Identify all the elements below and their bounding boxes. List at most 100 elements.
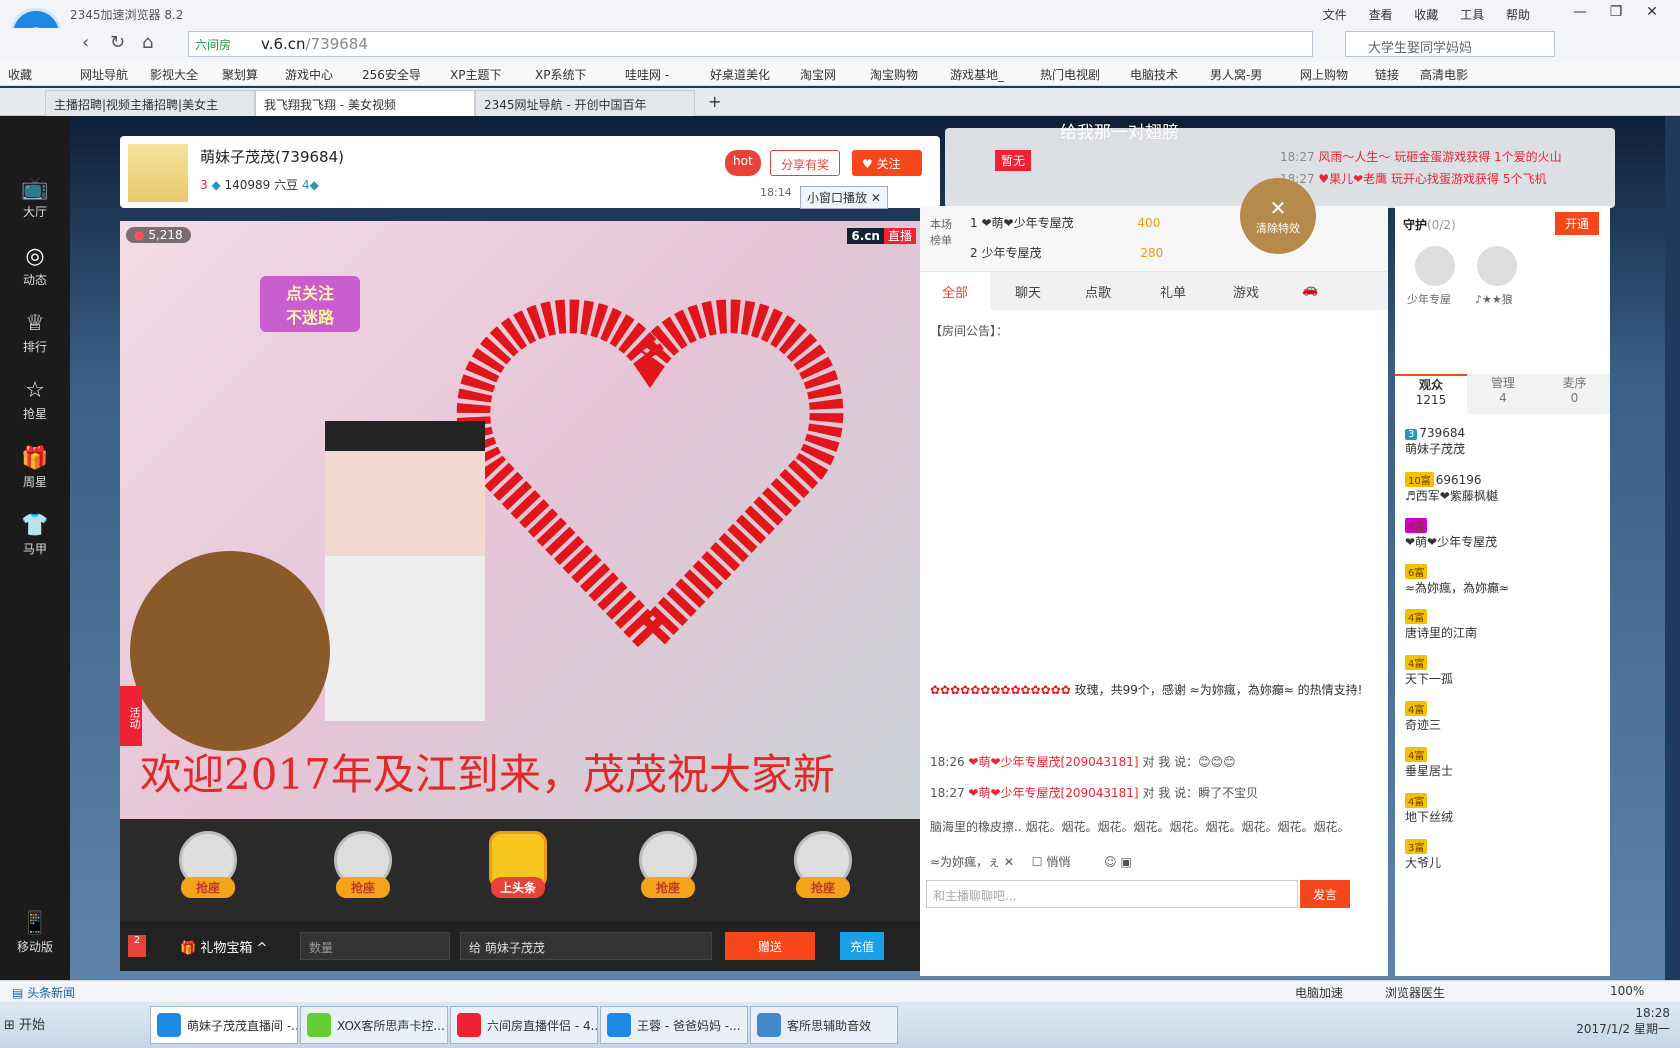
headline-button[interactable]: 上头条 — [470, 831, 566, 909]
chat-target[interactable]: ≈为妳瘋，ぇ ✕ ☐ 悄悄 ☺ ▣ — [930, 853, 1132, 870]
audience-user[interactable]: 10富 696196 ♬西军❤紫藤枫樾 — [1405, 472, 1498, 504]
mini-window-button[interactable]: 小窗口播放 ✕ — [800, 186, 888, 209]
nav-weekly[interactable]: 🎁 周星 — [0, 446, 70, 506]
refresh-icon[interactable]: ↻ — [110, 32, 125, 53]
audience-user[interactable]: 4富 地下丝绒 — [1405, 793, 1453, 825]
follow-button[interactable]: ♥ 关注 — [852, 150, 922, 176]
rank-row[interactable]: 2 少年专屋茂 280 — [970, 244, 1163, 261]
bookmark-item[interactable]: 好桌道美化 — [710, 66, 770, 83]
audience-user[interactable]: 4富 垂星居士 — [1405, 747, 1453, 779]
tab-audience[interactable]: 观众 1215 — [1395, 374, 1467, 414]
clock[interactable]: 18:28 2017/1/2 星期一 — [1560, 1006, 1670, 1037]
taskbar-item[interactable]: XOX客所思声卡控... — [300, 1006, 448, 1044]
tab-gifts[interactable]: 礼单 — [1160, 282, 1186, 301]
bookmark-item[interactable]: 热门电视剧 — [1040, 66, 1100, 83]
bookmark-item[interactable]: 高清电影 — [1420, 66, 1468, 83]
tab-live-room[interactable]: 我飞翔我飞翔 - 美女视频 — [255, 90, 475, 116]
tab-chat[interactable]: 聊天 — [1015, 282, 1041, 301]
bookmark-item[interactable]: 淘宝购物 — [870, 66, 918, 83]
home-icon[interactable]: ⌂ — [142, 32, 153, 53]
audience-user[interactable]: 6富 ≈為妳瘋，為妳癲≈ — [1405, 564, 1509, 596]
seat-1[interactable]: 抢座 — [160, 831, 256, 909]
clear-effects-button[interactable]: ✕ 清除特效 — [1240, 178, 1316, 254]
bookmark-item[interactable]: 男人窝-男 — [1210, 66, 1262, 83]
nav-mobile[interactable]: 📱 移动版 — [0, 911, 70, 971]
open-guard-button[interactable]: 开通 — [1555, 212, 1600, 235]
menu-file[interactable]: 文件 — [1323, 8, 1347, 22]
taskbar-item[interactable]: 萌妹子茂茂直播间 -... — [150, 1006, 298, 1044]
bookmark-item[interactable]: XP主题下 — [450, 66, 501, 83]
guard-avatar[interactable] — [1415, 246, 1455, 286]
bookmark-item[interactable]: 游戏中心 — [285, 66, 333, 83]
news-link[interactable]: ▤ 头条新闻 — [12, 984, 75, 1001]
audience-user[interactable]: 8富 ❤萌❤少年专屋茂 — [1405, 518, 1497, 550]
bookmark-item[interactable]: 网址导航 — [80, 66, 128, 83]
recharge-button[interactable]: 充值 — [840, 932, 884, 960]
activity-tab[interactable]: 活动 — [120, 686, 142, 746]
bookmark-item[interactable]: 网上购物 — [1300, 66, 1348, 83]
close-icon[interactable]: ✕ — [1634, 4, 1670, 20]
tab-2345-nav[interactable]: 2345网址导航 - 开创中国百年 — [475, 90, 695, 116]
nav-vest[interactable]: 👕 马甲 — [0, 513, 70, 573]
send-message-button[interactable]: 发言 — [1300, 880, 1350, 908]
anchor-avatar[interactable] — [128, 144, 188, 202]
nav-star[interactable]: ☆ 抢星 — [0, 378, 70, 438]
audience-user[interactable]: 4富 唐诗里的江南 — [1405, 609, 1477, 641]
bookmark-item[interactable]: 收藏 — [8, 66, 32, 83]
status-flag: 暂无 — [995, 150, 1032, 171]
nav-rank[interactable]: ♕ 排行 — [0, 311, 70, 371]
bookmark-item[interactable]: 游戏基地_ — [950, 66, 1004, 83]
bookmark-item[interactable]: 电脑技术 — [1130, 66, 1178, 83]
bookmark-item[interactable]: 淘宝网 — [800, 66, 836, 83]
speedup-button[interactable]: 电脑加速 — [1295, 984, 1343, 1001]
wealth-icon[interactable]: 2 — [128, 935, 146, 957]
audience-user[interactable]: 3 739684 萌妹子茂茂 — [1405, 426, 1465, 457]
menu-tools[interactable]: 工具 — [1460, 8, 1484, 22]
audience-user[interactable]: 3富 大爷儿 — [1405, 839, 1441, 871]
send-gift-button[interactable]: 赠送 — [725, 932, 815, 960]
audience-user[interactable]: 4富 天下一孤 — [1405, 655, 1453, 687]
tab-mic-queue[interactable]: 麦序 0 — [1539, 374, 1610, 414]
video-player[interactable]: ● 5,218 6.cn 直播 点关注 不迷路 欢迎2017年及江到来，茂茂祝大家新… — [120, 221, 920, 819]
car-icon[interactable]: 🚗 — [1302, 282, 1318, 297]
recipient-select[interactable]: 给 萌妹子茂茂 — [460, 932, 712, 960]
bookmark-item[interactable]: XP系统下 — [535, 66, 586, 83]
nav-feed[interactable]: ◎ 动态 — [0, 244, 70, 304]
tab-games[interactable]: 游戏 — [1233, 282, 1259, 301]
start-button[interactable]: ⊞ 开始 — [4, 1014, 45, 1033]
seat-3[interactable]: 抢座 — [620, 831, 716, 909]
maximize-icon[interactable]: ❐ — [1598, 4, 1634, 20]
bookmark-item[interactable]: 哇哇网 - — [625, 66, 669, 83]
nav-hall[interactable]: 📺 大厅 — [0, 176, 70, 236]
bookmark-item[interactable]: 影视大全 — [150, 66, 198, 83]
menu-view[interactable]: 查看 — [1368, 8, 1392, 22]
menu-favorites[interactable]: 收藏 — [1414, 8, 1438, 22]
gift-box-button[interactable]: 🎁 礼物宝箱 ^ — [180, 937, 267, 956]
taskbar-item[interactable]: 六间房直播伴侣 - 4... — [450, 1006, 598, 1044]
new-tab-icon[interactable]: + — [708, 92, 721, 111]
search-input[interactable]: 大学生娶同学妈妈 — [1345, 31, 1555, 57]
seat-2[interactable]: 抢座 — [315, 831, 411, 909]
quantity-input[interactable]: 数量 — [300, 932, 450, 960]
doctor-button[interactable]: 浏览器医生 — [1385, 984, 1445, 1001]
tab-recruit[interactable]: 主播招聘|视频主播招聘|美女主 — [45, 90, 255, 116]
bookmark-item[interactable]: 链接 — [1375, 66, 1399, 83]
audience-user[interactable]: 4富 奇迹三 — [1405, 701, 1441, 733]
url-field[interactable]: 六间房 v.6.cn/739684 — [188, 31, 1313, 57]
back-icon[interactable]: ‹ — [82, 32, 89, 53]
guard-avatar[interactable] — [1477, 246, 1517, 286]
tab-admins[interactable]: 管理 4 — [1467, 374, 1539, 414]
chat-input[interactable]: 和主播聊聊吧... — [926, 880, 1298, 908]
tab-songs[interactable]: 点歌 — [1085, 282, 1111, 301]
zoom-level[interactable]: 100% — [1610, 984, 1644, 998]
share-button[interactable]: 分享有奖 — [770, 150, 841, 176]
minimize-icon[interactable]: — — [1562, 4, 1598, 20]
taskbar-item[interactable]: 客所思辅助音效 — [750, 1006, 898, 1044]
tab-all[interactable]: 全部 — [920, 272, 990, 310]
bookmark-item[interactable]: 聚划算 — [222, 66, 258, 83]
menu-help[interactable]: 帮助 — [1506, 8, 1530, 22]
taskbar-item[interactable]: 王蓉 - 爸爸妈妈 -... — [600, 1006, 748, 1044]
bookmark-item[interactable]: 256安全导 — [362, 66, 421, 83]
seat-4[interactable]: 抢座 — [775, 831, 871, 909]
rank-row[interactable]: 1 ❤萌❤少年专屋茂 400 — [970, 214, 1160, 231]
